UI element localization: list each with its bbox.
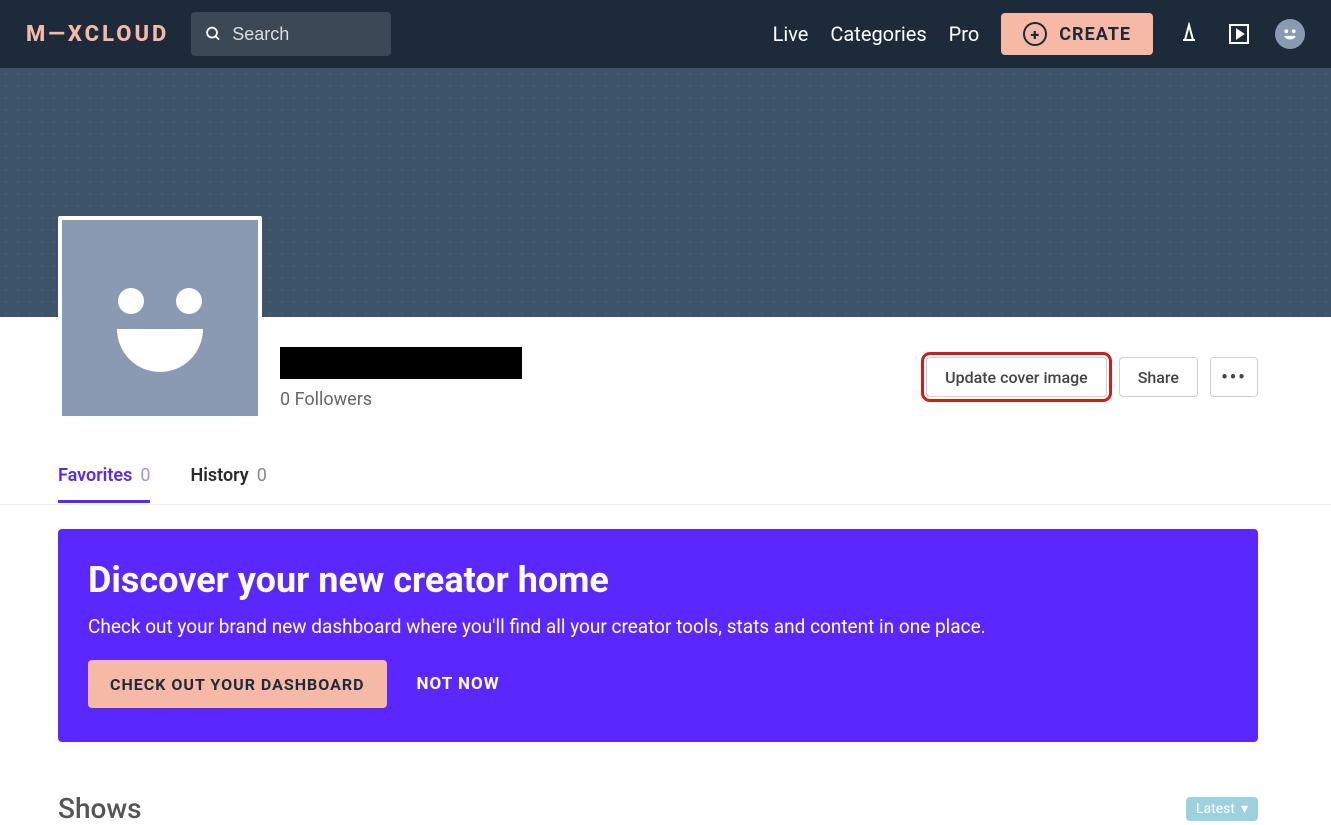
- profile-content: 0 Followers Update cover image Share •••…: [58, 317, 1258, 825]
- tab-history[interactable]: History 0: [190, 465, 266, 503]
- tab-history-label: History: [190, 465, 248, 486]
- creator-home-banner: Discover your new creator home Check out…: [58, 529, 1258, 742]
- main-header: M—XCLOUD Live Categories Pro + CREATE: [0, 0, 1331, 68]
- tab-favorites-label: Favorites: [58, 465, 132, 486]
- nav-pro[interactable]: Pro: [949, 22, 980, 46]
- chevron-down-icon: ▾: [1241, 801, 1248, 817]
- user-avatar-small[interactable]: [1275, 19, 1305, 49]
- tab-history-count: 0: [257, 465, 267, 486]
- tabs-divider: [0, 504, 1331, 505]
- followers-count: 0 Followers: [280, 389, 926, 410]
- plus-icon: +: [1023, 22, 1047, 46]
- banner-body: Check out your brand new dashboard where…: [88, 615, 1228, 638]
- more-options-button[interactable]: •••: [1210, 357, 1258, 397]
- tab-favorites-count: 0: [140, 465, 150, 486]
- search-input-wrap[interactable]: [191, 12, 391, 56]
- profile-name: [280, 347, 522, 379]
- update-cover-button[interactable]: Update cover image: [926, 357, 1107, 397]
- shows-heading: Shows: [58, 792, 1186, 825]
- profile-tabs: Favorites 0 History 0: [58, 437, 1258, 504]
- sort-label: Latest: [1196, 801, 1235, 817]
- share-button[interactable]: Share: [1119, 357, 1198, 397]
- dismiss-banner-button[interactable]: NOT NOW: [417, 674, 500, 694]
- search-input[interactable]: [232, 24, 377, 45]
- banner-title: Discover your new creator home: [88, 559, 1228, 601]
- tab-favorites[interactable]: Favorites 0: [58, 465, 150, 503]
- queue-icon[interactable]: [1225, 20, 1253, 48]
- sort-dropdown[interactable]: Latest ▾: [1186, 797, 1258, 821]
- nav-live[interactable]: Live: [773, 22, 809, 46]
- profile-avatar[interactable]: [58, 216, 262, 420]
- dashboard-cta-button[interactable]: CHECK OUT YOUR DASHBOARD: [88, 660, 387, 708]
- create-label: CREATE: [1059, 24, 1131, 45]
- logo[interactable]: M—XCLOUD: [26, 22, 169, 47]
- create-button[interactable]: + CREATE: [1001, 13, 1153, 55]
- nav-categories[interactable]: Categories: [830, 22, 926, 46]
- shows-section-header: Shows Latest ▾: [58, 792, 1258, 825]
- notifications-icon[interactable]: [1175, 20, 1203, 48]
- search-icon: [205, 24, 222, 44]
